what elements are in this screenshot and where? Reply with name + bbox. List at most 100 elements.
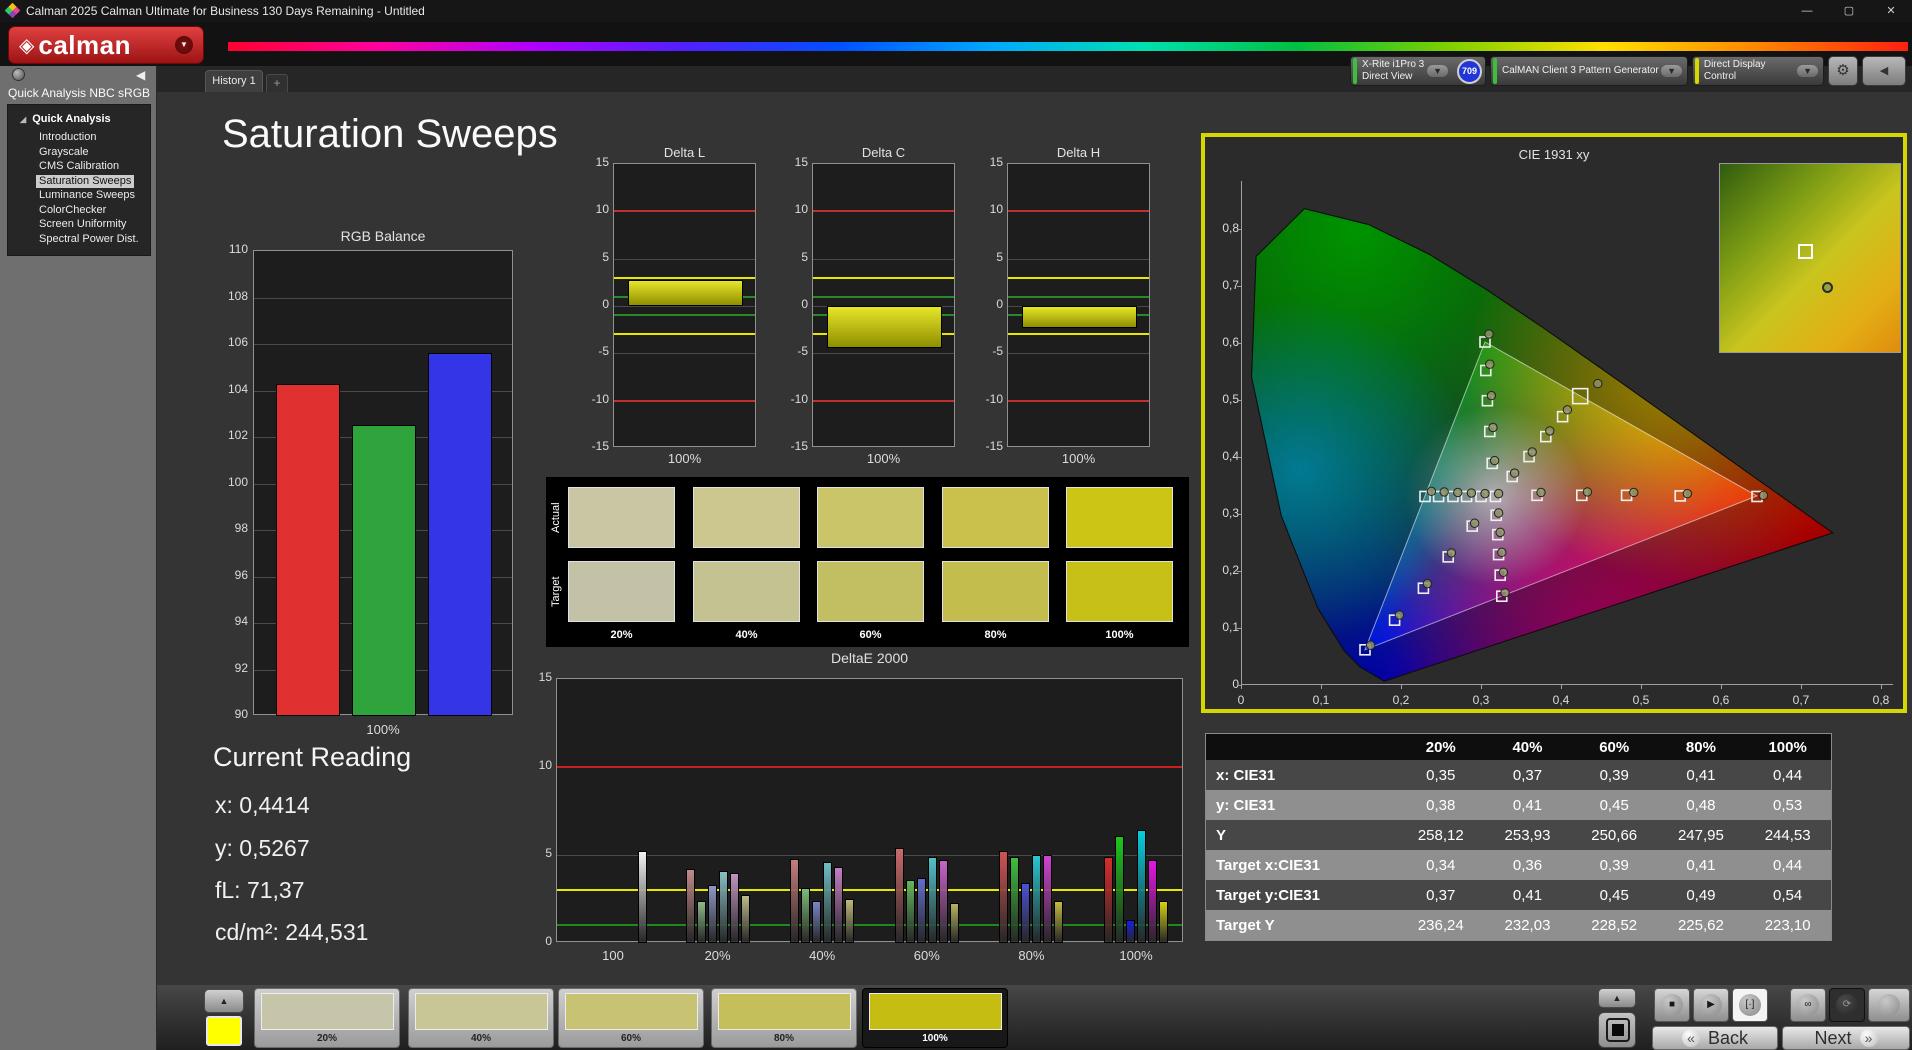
cie-xtick-mark: [1641, 684, 1642, 689]
table-cell: 0,53: [1773, 796, 1803, 814]
sidebar-item-cms-calibration[interactable]: CMS Calibration: [36, 160, 122, 173]
cie-measured-circle: [1758, 490, 1769, 501]
add-tab-button[interactable]: +: [266, 74, 288, 92]
pattern-button-label: 100%: [922, 1033, 948, 1044]
rgb-gridline: [254, 297, 512, 299]
cie-ytick: 0,6: [1222, 335, 1239, 349]
chevron-left-icon: ◀: [1879, 65, 1889, 77]
sidebar-item-spectral-power-dist[interactable]: Spectral Power Dist.: [36, 233, 142, 246]
minimize-button[interactable]: —: [1786, 0, 1828, 22]
deltae-bar: [801, 888, 811, 943]
cie-ytick: 0,3: [1222, 506, 1239, 520]
settings-button[interactable]: ⚙: [1828, 56, 1858, 86]
play-icon: ▶: [1700, 994, 1722, 1016]
table-row-label: Target Y: [1216, 916, 1275, 934]
tab-history-1[interactable]: History 1: [205, 70, 263, 92]
display-control-label: Direct Display Control: [1703, 59, 1766, 82]
reading-x: x: 0,4414: [215, 792, 310, 818]
table-cell: 0,38: [1426, 796, 1456, 814]
delta_c-refline: [813, 210, 954, 213]
rgb-balance-plot: [253, 250, 513, 716]
sidebar-item-introduction[interactable]: Introduction: [36, 131, 99, 144]
delta_c-ytick: -10: [790, 391, 808, 406]
rgb-ytick: 102: [227, 428, 248, 442]
sidebar-item-grayscale[interactable]: Grayscale: [36, 146, 92, 159]
pattern-window-icon: [·]: [1739, 994, 1761, 1016]
target-swatch-60%: [817, 561, 924, 622]
pattern-button-40%[interactable]: 40%: [408, 988, 554, 1048]
close-button[interactable]: ✕: [1870, 0, 1912, 22]
swatch-column-label: 40%: [735, 629, 758, 641]
delta_c-ytick: 5: [801, 249, 808, 264]
deltae-bar: [845, 899, 855, 943]
cie-measured-circle: [1488, 422, 1498, 433]
window-frame-icon: [1606, 1018, 1630, 1042]
deltae-xlabel: 40%: [809, 948, 836, 963]
pattern-button-80%[interactable]: 80%: [711, 988, 857, 1048]
cie-measured-circle: [1394, 610, 1405, 620]
play-button[interactable]: ▶: [1693, 988, 1729, 1022]
swatch-column-label: 100%: [1105, 629, 1134, 641]
table-row: x: CIE31 0,35 0,37 0,39 0,41 0,44: [1206, 760, 1831, 790]
cie-ytick-mark: [1237, 456, 1242, 458]
cie-ytick: 0: [1232, 677, 1239, 691]
cie-measured-circle: [1480, 488, 1490, 499]
pattern-window-button[interactable]: [1598, 1012, 1636, 1048]
stop-button[interactable]: ■: [1654, 988, 1690, 1022]
rgb-ytick: 94: [234, 614, 248, 628]
current-pattern-swatch: [206, 1016, 242, 1046]
back-button[interactable]: « Back: [1652, 1026, 1778, 1050]
delta-h-title: Delta H: [1056, 145, 1101, 160]
delta_c-ytick: 15: [794, 155, 808, 169]
next-button[interactable]: Next »: [1782, 1026, 1910, 1050]
pattern-button-label: 80%: [773, 1033, 794, 1044]
table-cell: 236,24: [1417, 916, 1464, 934]
delta-h-chart: Delta H 100% 15 10 5 0 -5 -10 -15: [967, 145, 1153, 467]
extra-transport-button[interactable]: [1868, 988, 1910, 1022]
deltae-bar: [823, 862, 833, 943]
table-cell: 0,34: [1426, 856, 1456, 874]
cie-measured-circle: [1527, 447, 1537, 457]
maximize-button[interactable]: ▢: [1828, 0, 1870, 22]
pattern-button-60%[interactable]: 60%: [558, 988, 704, 1048]
sidebar-item-screen-uniformity[interactable]: Screen Uniformity: [36, 218, 129, 231]
table-cell: 0,45: [1599, 886, 1629, 904]
workflow-radio-button[interactable]: [12, 68, 25, 81]
cie-xtick: 0,7: [1792, 693, 1810, 707]
colorspace-709-badge[interactable]: 709: [1457, 58, 1482, 84]
cie-measured-circle: [1439, 487, 1449, 497]
pattern-button-20%[interactable]: 20%: [254, 988, 400, 1048]
continuous-measure-button[interactable]: ∞: [1790, 988, 1826, 1022]
collapse-panel-button[interactable]: ◀: [1862, 56, 1906, 86]
delta_h-ytick: 0: [996, 297, 1003, 311]
table-cell: 223,10: [1764, 916, 1811, 934]
sync-button[interactable]: ⟳: [1829, 988, 1865, 1022]
tree-root-node[interactable]: ◢ Quick Analysis: [20, 113, 111, 125]
sidebar-collapse-icon[interactable]: ◀: [136, 68, 145, 82]
sidebar-item-colorchecker[interactable]: ColorChecker: [36, 204, 109, 217]
cie-measured-circle: [1495, 527, 1505, 538]
pattern-generator-dropdown[interactable]: CalMAN Client 3 Pattern Generator ▼: [1490, 56, 1688, 86]
delta_c-ytick: 10: [794, 202, 808, 217]
table-row: Target Y 236,24 232,03 228,52 225,62 223,10: [1206, 910, 1831, 940]
cie-title: CIE 1931 xy: [1518, 147, 1590, 162]
single-measure-button[interactable]: [·]: [1732, 988, 1768, 1022]
deltae-xlabel: 100: [602, 948, 624, 963]
display-control-dropdown[interactable]: Direct Display Control ▼: [1692, 56, 1824, 86]
sidebar-item-saturation-sweeps[interactable]: Saturation Sweeps: [36, 174, 135, 188]
deltae-bar: [927, 856, 937, 943]
calman-menu-button[interactable]: ◈ calman ▼: [8, 26, 204, 64]
deltae-bar: [740, 895, 750, 943]
expand-patterns-button[interactable]: ▲: [204, 989, 244, 1013]
table-row: Target y:CIE31 0,37 0,41 0,45 0,49 0,54: [1206, 880, 1831, 910]
expand-controls-button[interactable]: ▲: [1598, 988, 1636, 1008]
actual-row-label: Actual: [550, 502, 562, 533]
sidebar-item-luminance-sweeps[interactable]: Luminance Sweeps: [36, 189, 138, 202]
cie-measured-circle: [1593, 378, 1603, 389]
deltae-bar: [1104, 856, 1113, 943]
table-cell: 0,36: [1512, 856, 1543, 874]
meter-dropdown[interactable]: X-Rite i1Pro 3 Direct View ▼ 709: [1350, 56, 1486, 86]
delta_c-gridline: [813, 258, 954, 260]
cie-measured-circle: [1493, 488, 1504, 499]
pattern-button-100%[interactable]: 100%: [862, 988, 1008, 1048]
